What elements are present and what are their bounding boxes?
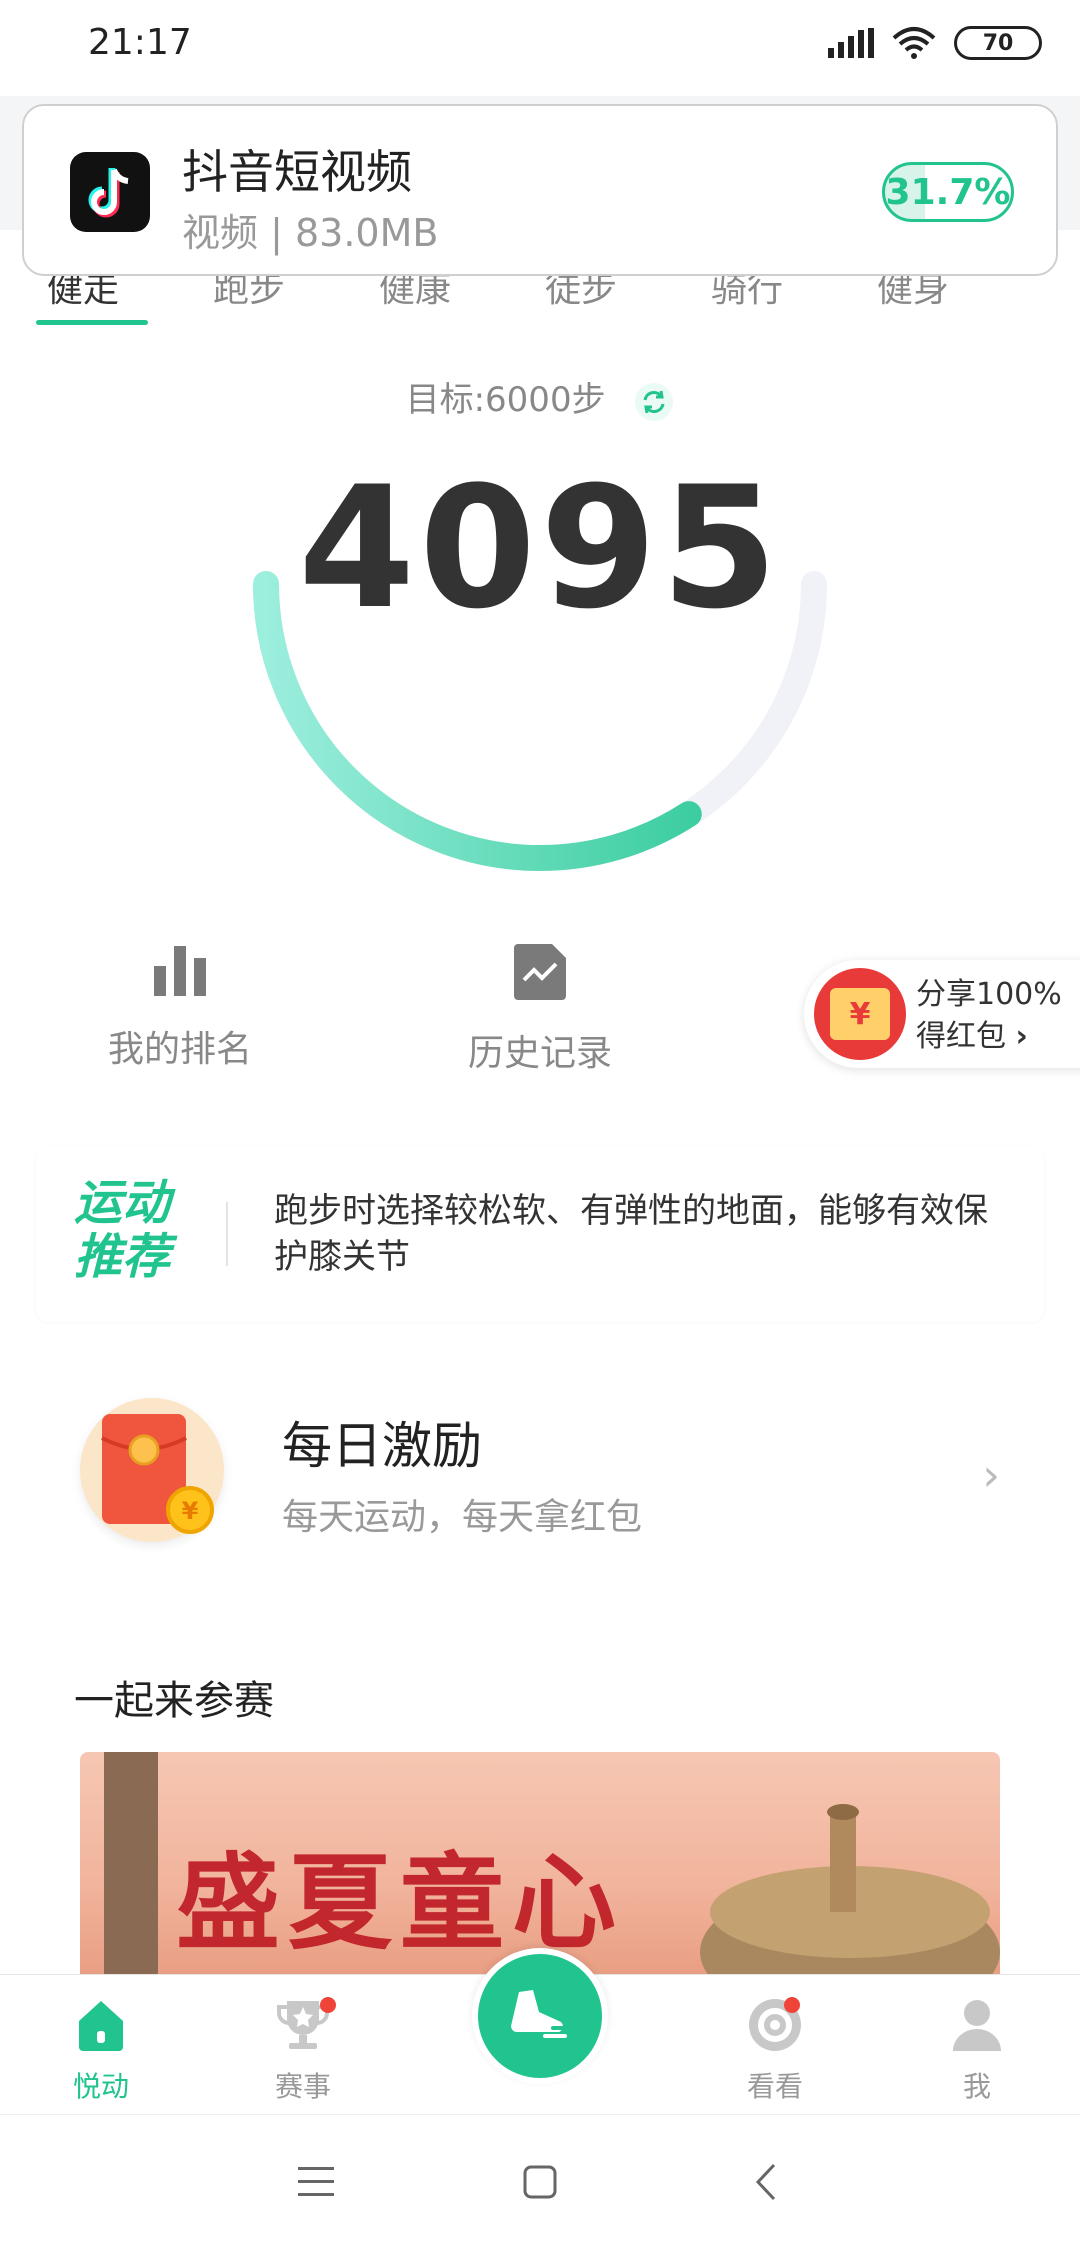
profile-icon [953,2000,1001,2051]
share-redpacket-badge[interactable]: ¥ 分享100% 得红包 › [804,960,1080,1068]
bar-chart-icon [154,946,206,996]
nav-events[interactable]: 赛事 [228,1997,378,2105]
events-notification-dot [320,1997,336,2013]
nav-yuedong[interactable]: 悦动 [26,1997,176,2105]
tip-divider [226,1202,228,1266]
back-icon[interactable] [754,2163,778,2201]
nav-me-label: 我 [962,2070,991,2103]
battery-icon: 70 [954,26,1042,60]
reward-title: 每日激励 [282,1417,482,1475]
gauge-track [253,571,827,871]
share-coin-symbol: ¥ [849,996,871,1032]
event-banner-text: 盛夏童心 [176,1841,625,1964]
exercise-tip-card[interactable]: 运动 推荐 跑步时选择较松软、有弹性的地面，能够有效保护膝关节 [36,1146,1044,1322]
nav-watch[interactable]: 看看 [700,1997,850,2105]
nav-events-label: 赛事 [274,2070,331,2103]
daily-reward-card[interactable]: ¥ 每日激励 每天运动，每天拿红包 › [36,1356,1044,1584]
reward-subtitle: 每天运动，每天拿红包 [282,1497,643,1538]
refresh-icon[interactable] [634,382,674,422]
step-target: 目标:6000步 [0,372,1080,422]
start-workout-button[interactable] [472,1948,608,2084]
reward-coin-symbol: ¥ [182,1497,199,1525]
step-progress-gauge [253,571,827,871]
tiktok-app-icon [70,152,150,232]
quick-ranking[interactable]: 我的排名 [100,944,260,1072]
banner-decoration [104,1752,158,1980]
notification-subtitle: 视频 | 83.0MB [182,211,439,255]
tip-title-line2: 推荐 [74,1229,171,1285]
watch-notification-dot [784,1997,800,2013]
quick-ranking-label: 我的排名 [107,1029,252,1070]
tip-title-line1: 运动 [74,1175,171,1231]
download-progress-text: 31.7% [885,171,1011,213]
share-line2: 得红包 [916,1019,1006,1054]
share-text: 分享100% 得红包 › [916,974,1062,1058]
share-line2-wrap: 得红包 › [916,1016,1062,1058]
battery-level: 70 [982,30,1014,56]
status-time: 21:17 [88,22,192,63]
wifi-icon [892,27,936,59]
download-notification[interactable]: 抖音短视频 视频 | 83.0MB 31.7% [22,104,1058,276]
event-section-title: 一起来参赛 [74,1678,274,1724]
menu-icon[interactable] [298,2167,334,2197]
gauge-fill [253,571,827,871]
chevron-right-icon: › [982,1450,1000,1501]
tab-indicator [36,320,148,325]
status-bar: 21:17 70 [0,0,1080,96]
quick-history[interactable]: 历史记录 [460,944,620,1076]
quick-history-label: 历史记录 [467,1033,612,1074]
home-icon [79,2001,123,2051]
status-icons: 70 [828,26,1042,60]
event-banner[interactable]: 盛夏童心 [80,1752,1000,1980]
download-progress-badge: 31.7% [882,162,1014,222]
redpacket-icon: ¥ [814,968,906,1060]
tip-title: 运动 推荐 [74,1176,234,1284]
notification-title: 抖音短视频 [182,145,412,199]
step-target-label: 目标:6000步 [405,380,606,420]
nav-yuedong-label: 悦动 [72,2070,129,2103]
banner-illustration [700,1804,1000,1980]
signal-icon [828,28,874,58]
event-section: 一起来参赛 盛夏童心 [36,1620,1044,1980]
redpacket-icon: ¥ [80,1398,224,1542]
home-square-icon[interactable] [523,2165,557,2199]
system-nav-bar [0,2114,1080,2244]
shoe-icon [511,1990,567,2038]
chevron-right-icon: › [1015,1019,1028,1054]
nav-watch-label: 看看 [746,2070,803,2103]
nav-me[interactable]: 我 [902,1997,1052,2105]
tip-text: 跑步时选择较松软、有弹性的地面，能够有效保护膝关节 [274,1191,988,1277]
history-chart-icon [514,944,566,1000]
share-line1: 分享100% [916,977,1062,1012]
